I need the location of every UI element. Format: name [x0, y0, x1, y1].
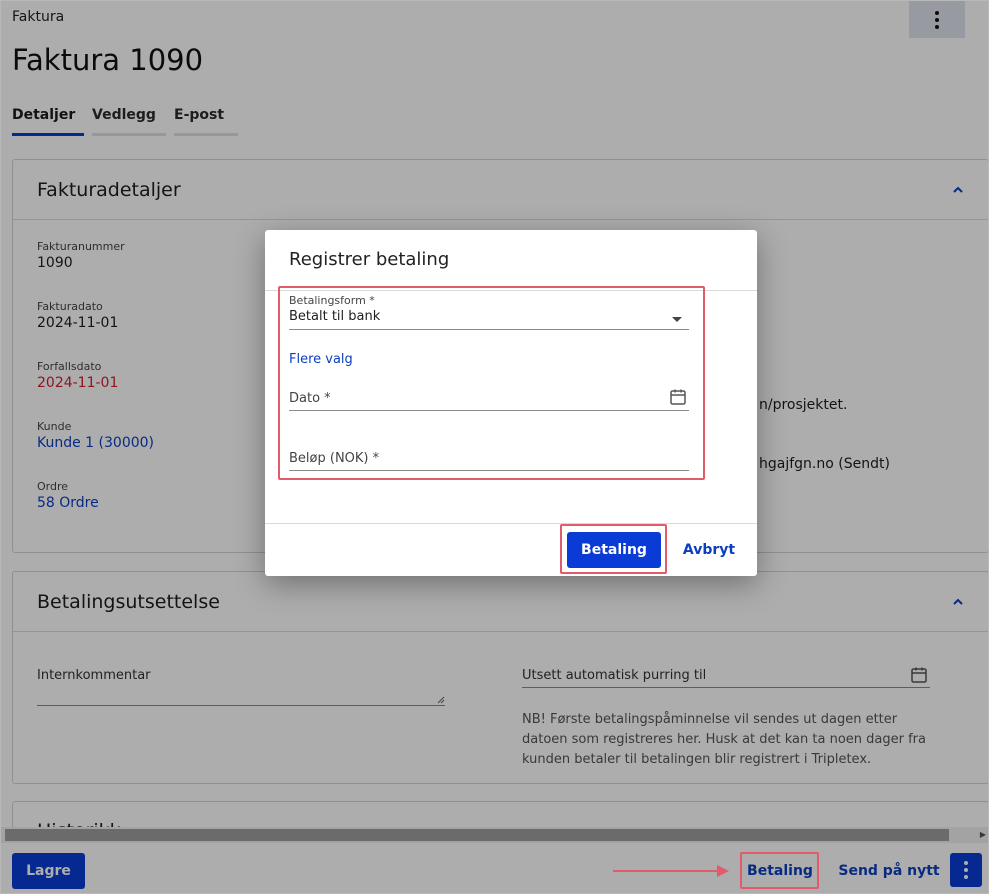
cancel-button[interactable]: Avbryt — [675, 532, 743, 568]
annotation-arrow — [613, 870, 719, 872]
arrow-head-icon — [717, 865, 729, 877]
dialog-title: Registrer betaling — [289, 249, 450, 270]
form-highlight-box — [278, 286, 705, 480]
divider — [265, 523, 757, 524]
app-window: Faktura Faktura 1090 Detaljer Vedlegg E-… — [0, 0, 989, 894]
payment-highlight-box — [740, 852, 819, 889]
submit-highlight-box — [560, 524, 667, 574]
